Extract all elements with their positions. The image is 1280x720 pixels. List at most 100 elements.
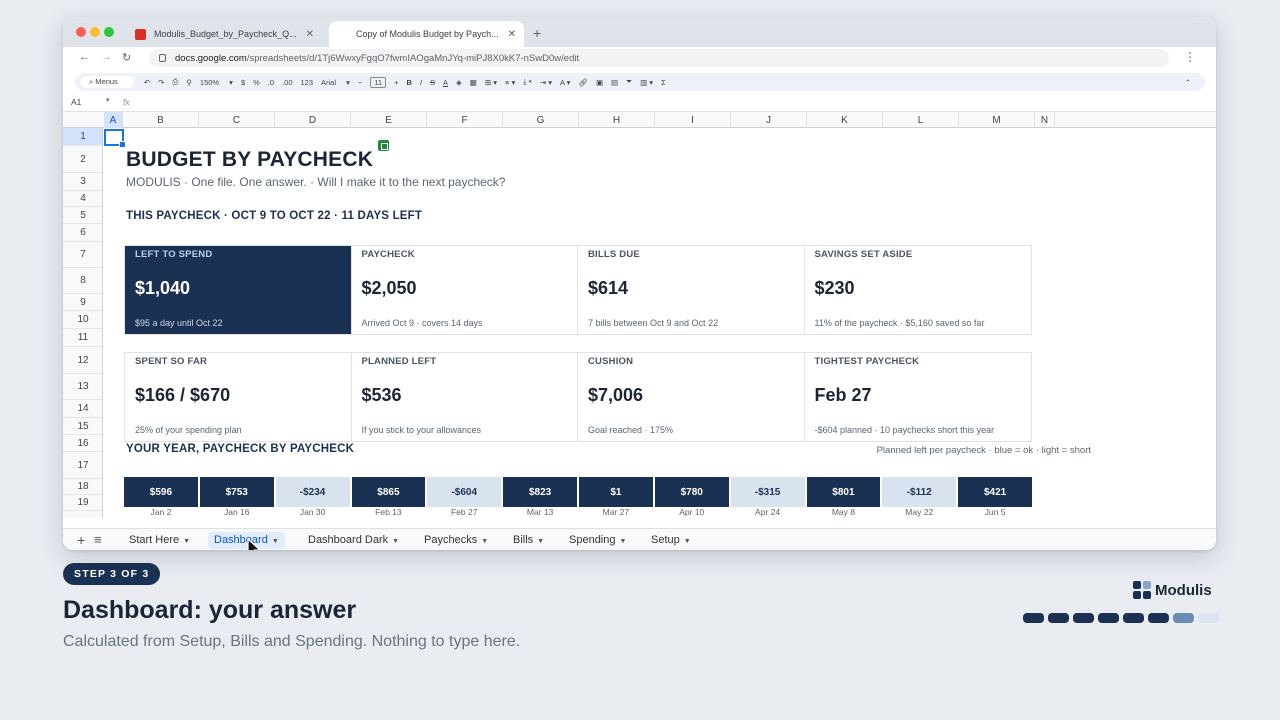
- currency-format-button[interactable]: $: [241, 78, 245, 87]
- row-header-3[interactable]: 3: [63, 173, 102, 191]
- merge-cells-icon[interactable]: ⊞ ▾: [485, 78, 497, 87]
- row-header-4[interactable]: 4: [63, 191, 102, 207]
- font-size-input[interactable]: 11: [370, 76, 387, 88]
- text-wrap-icon[interactable]: ⇥ ▾: [540, 78, 552, 87]
- italic-icon[interactable]: I: [420, 78, 422, 87]
- brand: Modulis: [1133, 581, 1212, 599]
- sheet-tab-setup[interactable]: Setup ▼: [645, 532, 697, 549]
- insert-comment-icon[interactable]: ▣: [596, 78, 603, 87]
- browser-tab-sheet[interactable]: Copy of Modulis Budget by Paych... ✕: [329, 21, 524, 151]
- chevron-down-icon[interactable]: ▼: [481, 538, 488, 545]
- print-icon[interactable]: ⎙: [172, 77, 178, 87]
- filter-views-icon[interactable]: ▥ ▾: [640, 78, 653, 87]
- percent-format-button[interactable]: %: [253, 78, 260, 87]
- text-color-icon[interactable]: A: [443, 78, 448, 87]
- chevron-down-icon[interactable]: ▼: [620, 538, 627, 545]
- row-header-8[interactable]: 8: [63, 268, 102, 294]
- filter-icon[interactable]: ⏷: [626, 77, 632, 87]
- bold-icon[interactable]: B: [406, 78, 411, 87]
- row-header-2[interactable]: 2: [63, 146, 102, 173]
- close-window-button[interactable]: [76, 27, 86, 37]
- functions-icon[interactable]: Σ: [661, 78, 666, 87]
- row-header-16[interactable]: 16: [63, 435, 102, 452]
- new-tab-icon[interactable]: +: [533, 25, 541, 41]
- font-size-increase-icon[interactable]: +: [394, 78, 398, 87]
- sheet-tab-paychecks[interactable]: Paychecks ▼: [418, 532, 494, 549]
- close-tab-icon[interactable]: ✕: [306, 29, 314, 40]
- column-header-d[interactable]: D: [275, 112, 351, 128]
- minimize-window-button[interactable]: [90, 27, 100, 37]
- chevron-down-icon[interactable]: ▼: [684, 538, 691, 545]
- all-sheets-icon[interactable]: ≡: [94, 532, 102, 547]
- insert-chart-icon[interactable]: ▤: [611, 78, 618, 87]
- zoom-select[interactable]: 150% ▾: [200, 78, 233, 87]
- row-header-13[interactable]: 13: [63, 374, 102, 400]
- url-input[interactable]: docs.google.com/spreadsheets/d/1Tj6WwxyF…: [149, 49, 1169, 67]
- row-header-11[interactable]: 11: [63, 329, 102, 347]
- row-header-14[interactable]: 14: [63, 400, 102, 418]
- sheet-tab-spending[interactable]: Spending ▼: [563, 532, 632, 549]
- sheet-tab-dashboard-dark[interactable]: Dashboard Dark ▼: [302, 532, 405, 549]
- chevron-down-icon[interactable]: ▼: [537, 538, 544, 545]
- row-header-6[interactable]: 6: [63, 224, 102, 242]
- browser-menu-icon[interactable]: ⋮: [1184, 50, 1196, 64]
- column-header-f[interactable]: F: [427, 112, 503, 128]
- column-header-e[interactable]: E: [351, 112, 427, 128]
- chevron-down-icon[interactable]: ▼: [392, 538, 399, 545]
- undo-icon[interactable]: ↶: [144, 78, 150, 87]
- maximize-window-button[interactable]: [104, 27, 114, 37]
- vertical-align-icon[interactable]: ⤓ ▾: [523, 77, 532, 87]
- column-header-j[interactable]: J: [731, 112, 807, 128]
- increase-decimal-button[interactable]: .00: [282, 78, 292, 87]
- fill-color-icon[interactable]: ◈: [456, 78, 462, 87]
- kpi-label: PAYCHECK: [361, 249, 415, 260]
- row-header-9[interactable]: 9: [63, 294, 102, 311]
- reload-icon[interactable]: ↻: [122, 51, 131, 64]
- column-header-g[interactable]: G: [503, 112, 579, 128]
- borders-icon[interactable]: ▦: [470, 78, 477, 87]
- font-select[interactable]: Arial ▾: [321, 78, 350, 87]
- chevron-down-icon[interactable]: ▼: [272, 538, 279, 545]
- insert-link-icon[interactable]: 🔗︎: [578, 78, 588, 87]
- row-header-5[interactable]: 5: [63, 207, 102, 224]
- selected-cell-a1[interactable]: [104, 129, 126, 148]
- column-header-i[interactable]: I: [655, 112, 731, 128]
- chevron-down-icon[interactable]: ▾: [106, 96, 110, 104]
- row-header-10[interactable]: 10: [63, 311, 102, 329]
- text-rotation-icon[interactable]: A ▾: [560, 78, 570, 87]
- column-header-l[interactable]: L: [883, 112, 959, 128]
- redo-icon[interactable]: ↷: [158, 78, 164, 87]
- paycheck-dates: Jan 2 Jan 16 Jan 30 Feb 13 Feb 27 Mar 13 Mar 2…: [124, 507, 1032, 517]
- sheet-tab-start-here[interactable]: Start Here ▼: [123, 532, 196, 549]
- name-box[interactable]: A1: [71, 97, 81, 107]
- row-header-15[interactable]: 15: [63, 418, 102, 435]
- column-header-n[interactable]: N: [1035, 112, 1055, 128]
- close-tab-icon[interactable]: ✕: [508, 29, 516, 40]
- column-header-h[interactable]: H: [579, 112, 655, 128]
- column-header-a[interactable]: A: [104, 112, 123, 128]
- sheet-tab-bills[interactable]: Bills ▼: [507, 532, 550, 549]
- column-header-m[interactable]: M: [959, 112, 1035, 128]
- back-arrow-icon[interactable]: ←: [79, 51, 90, 63]
- strikethrough-icon[interactable]: S: [430, 78, 435, 87]
- collapse-toolbar-icon[interactable]: ⌃: [1185, 78, 1191, 87]
- menus-search-button[interactable]: ⌕ Menus: [81, 76, 134, 88]
- add-sheet-icon[interactable]: +: [77, 532, 85, 548]
- row-header-1[interactable]: 1: [63, 128, 102, 146]
- more-formats-button[interactable]: 123: [301, 78, 314, 87]
- column-header-b[interactable]: B: [123, 112, 199, 128]
- horizontal-align-icon[interactable]: ≡ ▾: [505, 78, 515, 87]
- row-header-17[interactable]: 17: [63, 452, 102, 479]
- column-header-k[interactable]: K: [807, 112, 883, 128]
- browser-tab-pdf[interactable]: Modulis_Budget_by_Paycheck_Q... ✕: [127, 21, 322, 47]
- row-header-7[interactable]: 7: [63, 242, 102, 268]
- row-header-18[interactable]: 18: [63, 479, 102, 495]
- column-header-c[interactable]: C: [199, 112, 275, 128]
- font-size-decrease-icon[interactable]: −: [358, 78, 362, 87]
- row-header-12[interactable]: 12: [63, 347, 102, 374]
- row-header-19[interactable]: 19: [63, 495, 102, 511]
- forward-arrow-icon[interactable]: →: [101, 51, 112, 63]
- paint-format-icon[interactable]: ⚲: [186, 78, 192, 87]
- decrease-decimal-button[interactable]: .0: [268, 78, 274, 87]
- chevron-down-icon[interactable]: ▼: [183, 538, 190, 545]
